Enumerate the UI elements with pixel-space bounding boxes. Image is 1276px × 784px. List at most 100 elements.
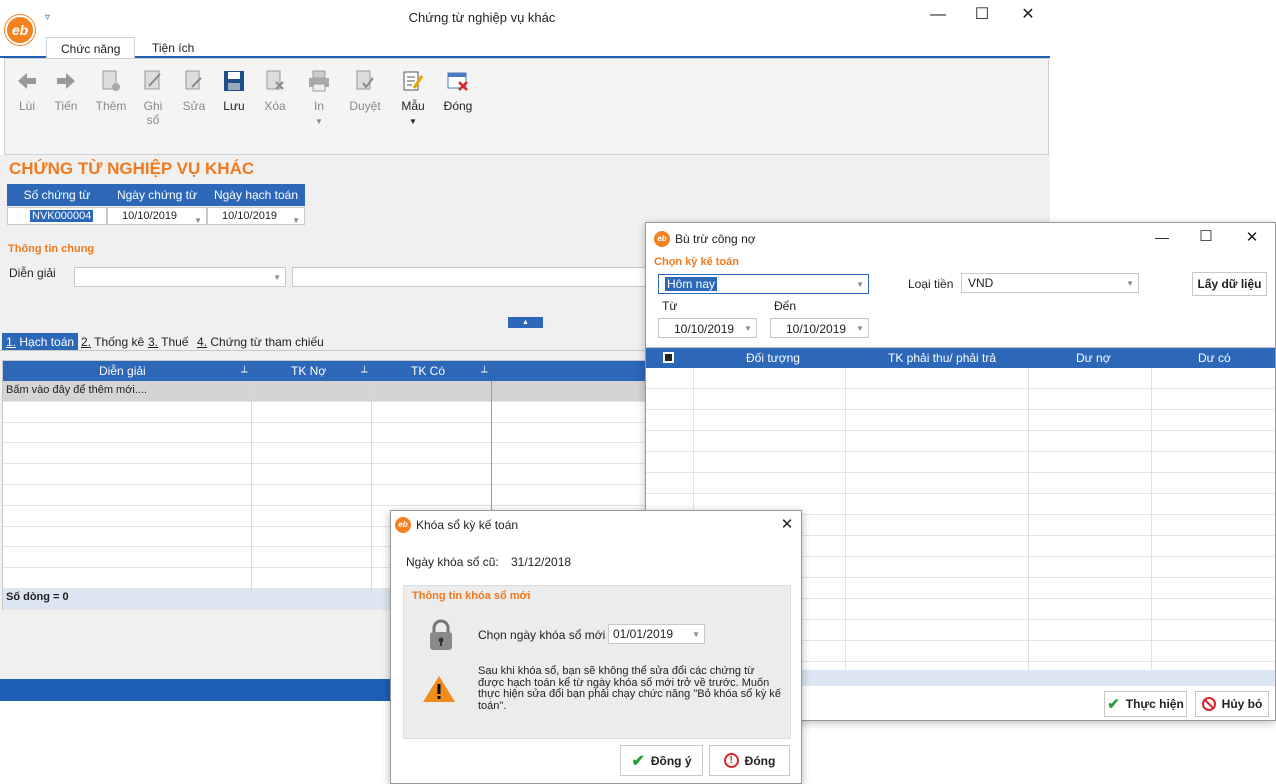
close-window-button[interactable]: ✕ <box>1008 4 1048 24</box>
back-label: Lùi <box>18 99 35 113</box>
printer-icon <box>307 69 331 93</box>
posting-date-header: Ngày hạch toán <box>207 184 305 206</box>
tab-chuc-nang[interactable]: Chức năng <box>46 37 136 59</box>
chevron-down-icon: ▼ <box>292 216 300 225</box>
close-button[interactable]: ! Đóng <box>709 745 790 776</box>
col-divider <box>845 368 846 670</box>
col-header-du-co[interactable]: Dư có <box>1198 348 1231 368</box>
subtab-thong-ke[interactable]: 2. Thống kê <box>77 333 148 351</box>
new-row-placeholder[interactable]: Bấm vào đây để thêm mới.... <box>3 381 646 402</box>
close-label: Đóng <box>744 753 776 768</box>
description-input[interactable] <box>292 267 652 287</box>
close-dialog-button[interactable]: ✕ <box>767 515 807 533</box>
col-header-tk-phai-thu[interactable]: TK phải thu/ phải trả <box>888 348 996 368</box>
pin-icon[interactable]: ⟂ <box>481 364 488 375</box>
period-value: Hôm nay <box>665 277 718 291</box>
delete-document-icon <box>263 69 287 93</box>
doc-no-value: NVK000004 <box>30 210 94 222</box>
chevron-down-icon: ▼ <box>692 630 700 639</box>
new-close-section-label: Thông tin khóa sổ mới <box>412 590 531 602</box>
post-label-2: sổ <box>146 113 160 127</box>
subtab-label: Chứng từ tham chiếu <box>207 335 324 349</box>
maximize-button[interactable]: ☐ <box>1186 227 1226 245</box>
close-doc-button[interactable]: Đóng <box>436 69 480 113</box>
pin-icon[interactable]: ⟂ <box>241 364 248 375</box>
subtab-chung-tu-tham-chieu[interactable]: 4. Chứng từ tham chiếu <box>193 333 328 351</box>
approve-label: Duyệt <box>349 99 381 113</box>
table-row[interactable] <box>3 423 646 444</box>
edit-button[interactable]: Sửa <box>172 69 216 113</box>
select-all-checkbox[interactable] <box>663 352 674 363</box>
from-date-value: 10/10/2019 <box>674 322 735 336</box>
checkbox-indeterminate-icon <box>665 354 672 361</box>
add-button[interactable]: Thêm <box>89 69 133 113</box>
table-row[interactable] <box>3 464 646 485</box>
to-date-field[interactable]: 10/10/2019 ▼ <box>770 318 869 338</box>
minimize-button[interactable]: — <box>1142 229 1182 245</box>
col-header-description[interactable]: Diễn giải <box>99 364 146 378</box>
checkmark-icon: ✔ <box>1107 696 1120 713</box>
description-combo[interactable]: ▼ <box>74 267 286 287</box>
doc-no-field[interactable]: NVK000004 <box>7 207 107 225</box>
minimize-button[interactable]: — <box>918 6 958 24</box>
lock-icon <box>428 619 454 651</box>
new-date-label: Chọn ngày khóa sổ mới <box>478 628 606 642</box>
post-label-1: Ghi <box>143 99 163 113</box>
close-doc-label: Đóng <box>443 99 473 113</box>
posting-date-field[interactable]: 10/10/2019 ▼ <box>207 207 305 225</box>
table-row[interactable] <box>3 485 646 506</box>
col-header-tk-co[interactable]: TK Có <box>411 364 445 378</box>
to-date-value: 10/10/2019 <box>786 322 847 336</box>
table-row[interactable] <box>3 402 646 423</box>
pin-icon[interactable]: ⟂ <box>361 364 368 375</box>
delete-button[interactable]: Xóa <box>253 69 297 113</box>
subtab-hach-toan[interactable]: 1. Hạch toán <box>2 333 79 351</box>
from-date-field[interactable]: 10/10/2019 ▼ <box>658 318 757 338</box>
agree-label: Đồng ý <box>650 753 692 768</box>
forward-label: Tiến <box>54 99 78 113</box>
execute-button[interactable]: ✔ Thực hiện <box>1104 691 1187 717</box>
approve-button[interactable]: Duyệt <box>343 69 387 113</box>
col-header-du-no[interactable]: Dư nợ <box>1076 348 1111 368</box>
debt-grid-header: Đối tượng TK phải thu/ phải trả Dư nợ Dư… <box>646 348 1275 368</box>
template-button[interactable]: Mẫu ▼ <box>391 69 435 127</box>
period-select[interactable]: Hôm nay ▼ <box>658 274 869 294</box>
back-button[interactable]: Lùi <box>5 69 49 113</box>
post-button[interactable]: Ghi sổ <box>131 69 175 127</box>
forward-button[interactable]: Tiến <box>44 69 88 113</box>
agree-button[interactable]: ✔ Đồng ý <box>620 745 703 776</box>
collapse-arrow-icon[interactable]: ▲ <box>508 317 543 328</box>
subtab-num: 4. <box>197 335 208 349</box>
template-label: Mẫu <box>401 99 425 113</box>
col-divider <box>251 381 252 593</box>
description-label: Diễn giải <box>9 266 56 280</box>
save-button[interactable]: Lưu <box>212 69 256 113</box>
close-dialog-button[interactable]: ✕ <box>1232 228 1272 246</box>
edit-document-icon <box>182 69 206 93</box>
table-row[interactable] <box>3 443 646 465</box>
fetch-data-button[interactable]: Lấy dữ liệu <box>1192 272 1267 296</box>
col-header-doi-tuong[interactable]: Đối tượng <box>746 348 800 368</box>
maximize-button[interactable]: ☐ <box>962 4 1002 24</box>
document-title: CHỨNG TỪ NGHIỆP VỤ KHÁC <box>9 159 255 178</box>
dialog-title: Bù trừ công nợ <box>675 232 756 246</box>
execute-label: Thực hiện <box>1125 697 1184 711</box>
currency-select[interactable]: VND ▼ <box>961 273 1139 293</box>
save-label: Lưu <box>223 99 245 113</box>
new-date-field[interactable]: 01/01/2019 ▼ <box>608 624 705 644</box>
doc-no-header: Số chứng từ <box>7 184 107 206</box>
tab-tien-ich[interactable]: Tiện ích <box>138 37 208 59</box>
add-label: Thêm <box>95 99 127 113</box>
checkmark-icon: ✔ <box>631 752 645 770</box>
new-close-panel: Thông tin khóa sổ mới Chọn ngày khóa sổ … <box>403 585 791 739</box>
new-date-value: 01/01/2019 <box>613 627 674 641</box>
col-header-tk-no[interactable]: TK Nợ <box>291 364 326 378</box>
arrow-right-icon <box>54 69 78 93</box>
subtab-thue[interactable]: 3. Thuế <box>144 333 192 351</box>
edit-label: Sửa <box>182 99 206 113</box>
doc-date-field[interactable]: 10/10/2019 ▼ <box>107 207 207 225</box>
cancel-button[interactable]: Hủy bỏ <box>1195 691 1269 717</box>
print-button[interactable]: In ▼ <box>297 69 341 127</box>
close-period-dialog: eb Khóa sổ kỳ kế toán ✕ Ngày khóa sổ cũ:… <box>390 510 802 784</box>
cancel-label: Hủy bỏ <box>1221 697 1263 711</box>
